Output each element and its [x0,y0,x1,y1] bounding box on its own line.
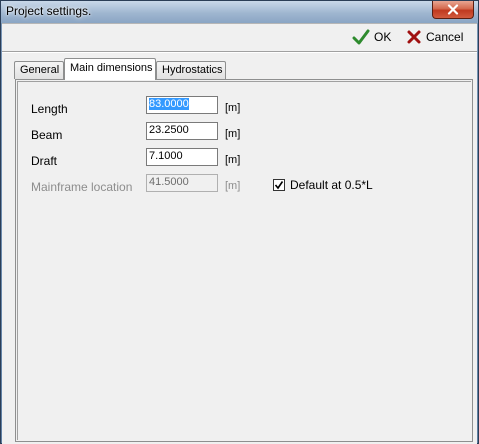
default-checkbox[interactable] [273,179,285,191]
tab-main-dimensions[interactable]: Main dimensions [64,58,156,80]
length-input[interactable]: 83.0000 [146,96,218,114]
beam-label: Beam [31,128,63,142]
beam-input[interactable]: 23.2500 [146,122,218,140]
length-value: 83.0000 [149,98,189,110]
length-unit: [m] [225,102,241,114]
window-title: Project settings. [6,4,92,18]
button-bar: OK Cancel [2,24,477,49]
default-at-half-length-option[interactable]: Default at 0.5*L [273,178,373,192]
default-checkbox-label: Default at 0.5*L [290,178,373,192]
ok-label: OK [374,30,392,44]
panel-inner: Length 83.0000 [m] Beam 23.2500 [m] Draf… [17,81,471,440]
dialog-client-area: OK Cancel General Main dimensions Hydros… [2,23,477,444]
close-icon [447,4,459,15]
mainframe-location-input: 41.5000 [146,174,218,192]
tab-panel-main-dimensions: Length 83.0000 [m] Beam 23.2500 [m] Draf… [15,79,473,442]
title-bar[interactable]: Project settings. [1,1,478,23]
length-label: Length [31,102,68,116]
tab-general[interactable]: General [14,61,64,79]
toolbar-divider [2,51,477,53]
cancel-label: Cancel [426,30,464,44]
mainframe-location-label: Mainframe location [31,180,133,194]
close-window-button[interactable] [432,1,474,19]
beam-unit: [m] [225,128,241,140]
cancel-button[interactable]: Cancel [406,27,463,47]
dialog-window: Project settings. OK Cancel General Main… [0,0,479,444]
mainframe-location-unit: [m] [225,180,241,192]
draft-unit: [m] [225,154,241,166]
ok-button[interactable]: OK [352,27,391,47]
draft-label: Draft [31,154,58,168]
tab-hydrostatics[interactable]: Hydrostatics [156,61,226,79]
check-mark-icon [274,181,284,190]
checkmark-icon [352,29,370,45]
draft-input[interactable]: 7.1000 [146,148,218,166]
cross-icon [407,30,421,44]
